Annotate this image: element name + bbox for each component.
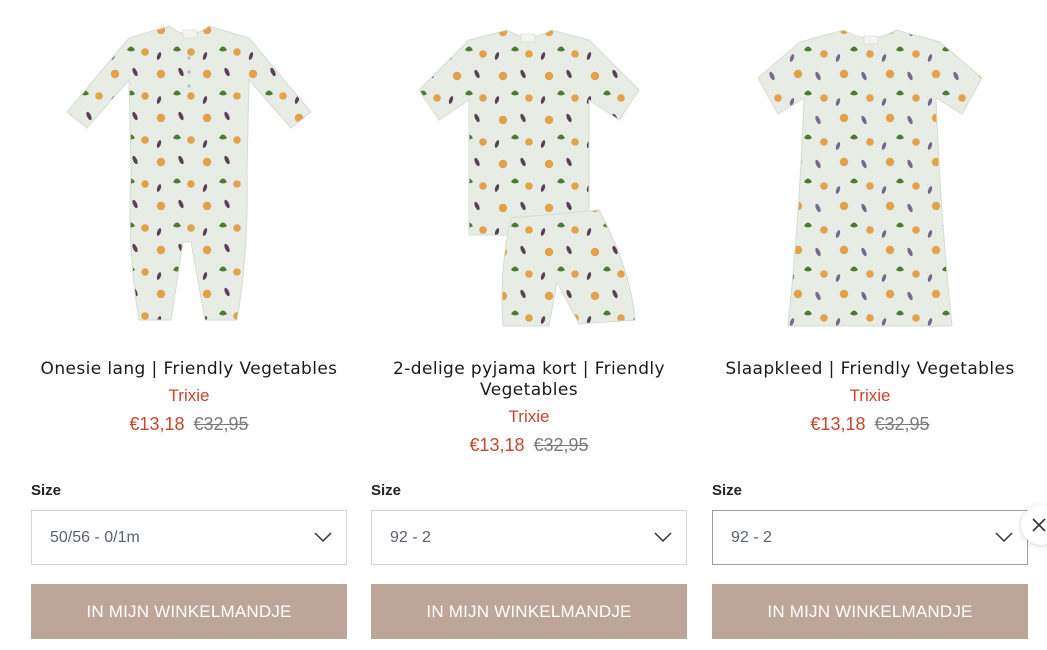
size-select[interactable]: 92 - 2: [371, 510, 687, 565]
product-card: Slaapkleed | Friendly Vegetables Trixie …: [712, 0, 1028, 639]
size-select-value: 92 - 2: [390, 528, 431, 546]
add-to-cart-button[interactable]: IN MIJN WINKELMANDJE: [31, 584, 347, 639]
size-label: Size: [712, 482, 743, 499]
original-price: €32,95: [193, 414, 249, 434]
product-brand[interactable]: Trixie: [371, 407, 687, 427]
size-select-value: 92 - 2: [731, 528, 772, 546]
price-row: €13,18 €32,95: [712, 414, 1028, 434]
product-card: Onesie lang | Friendly Vegetables Trixie…: [31, 0, 347, 639]
sale-price: €13,18: [810, 414, 866, 434]
product-image-link[interactable]: [31, 0, 347, 350]
size-label: Size: [371, 482, 402, 499]
product-card: 2-delige pyjama kort | Friendly Vegetabl…: [371, 0, 687, 639]
sale-price: €13,18: [129, 414, 185, 434]
sale-price: €13,18: [469, 435, 525, 455]
product-brand[interactable]: Trixie: [31, 386, 347, 406]
chevron-down-icon: [995, 532, 1013, 543]
onesie-icon: [66, 25, 312, 321]
add-to-cart-button[interactable]: IN MIJN WINKELMANDJE: [371, 584, 687, 639]
chevron-down-icon: [314, 532, 332, 543]
pyjama-icon: [418, 29, 640, 327]
product-title[interactable]: Onesie lang | Friendly Vegetables: [31, 359, 347, 380]
size-select[interactable]: 92 - 2: [712, 510, 1028, 565]
original-price: €32,95: [874, 414, 930, 434]
price-row: €13,18 €32,95: [31, 414, 347, 434]
size-label: Size: [31, 482, 62, 499]
product-image-link[interactable]: [371, 0, 687, 350]
product-title[interactable]: 2-delige pyjama kort | Friendly Vegetabl…: [371, 359, 687, 401]
chevron-down-icon: [654, 532, 672, 543]
price-row: €13,18 €32,95: [371, 435, 687, 455]
original-price: €32,95: [533, 435, 589, 455]
product-title[interactable]: Slaapkleed | Friendly Vegetables: [712, 359, 1028, 380]
product-grid: Onesie lang | Friendly Vegetables Trixie…: [0, 0, 1047, 650]
nightdress-icon: [757, 29, 983, 327]
product-brand[interactable]: Trixie: [712, 386, 1028, 406]
size-select[interactable]: 50/56 - 0/1m: [31, 510, 347, 565]
size-select-value: 50/56 - 0/1m: [50, 528, 140, 546]
close-icon: [1032, 518, 1046, 532]
product-image-link[interactable]: [712, 0, 1028, 350]
add-to-cart-button[interactable]: IN MIJN WINKELMANDJE: [712, 584, 1028, 639]
